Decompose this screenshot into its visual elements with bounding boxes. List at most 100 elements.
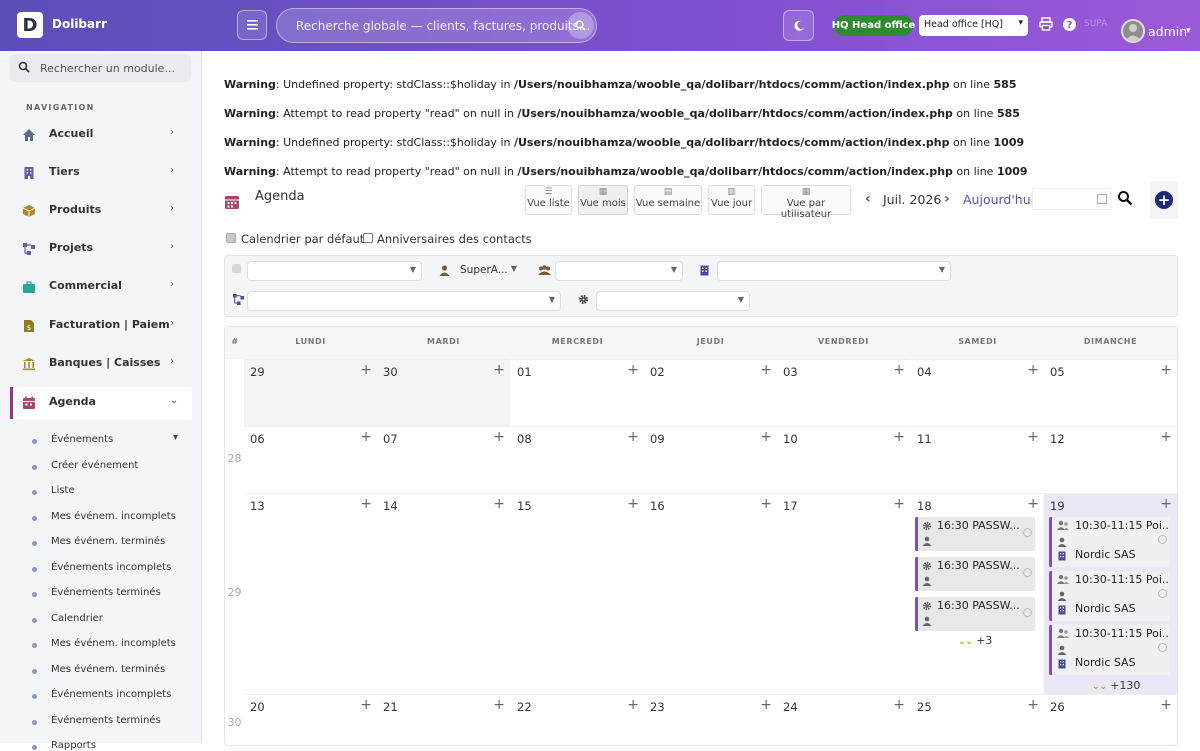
- module-search-input[interactable]: Rechercher un module...: [10, 54, 191, 82]
- submenu-item[interactable]: Mes événem. incomplets: [51, 511, 176, 522]
- add-event-plus-icon[interactable]: +: [893, 496, 905, 512]
- view-list-button[interactable]: ☰ Vue liste: [525, 185, 572, 215]
- day-cell[interactable]: 16 +: [644, 493, 777, 694]
- help-icon[interactable]: ?: [1062, 17, 1077, 32]
- sidebar-item-tiers[interactable]: Tiers ›: [10, 157, 192, 189]
- print-icon[interactable]: [1039, 17, 1053, 31]
- day-number[interactable]: 11: [917, 432, 932, 446]
- day-number[interactable]: 01: [517, 365, 532, 379]
- add-event-plus-icon[interactable]: +: [893, 429, 905, 445]
- dark-mode-toggle[interactable]: [783, 10, 814, 41]
- day-cell[interactable]: 17 +: [777, 493, 910, 694]
- submenu-item[interactable]: Mes événem. incomplets: [51, 638, 176, 649]
- day-cell[interactable]: 07 +: [377, 426, 510, 493]
- day-number[interactable]: 16: [650, 499, 665, 513]
- calendar-event[interactable]: 10:30-11:15 Poi... Nordic SAS: [1049, 517, 1170, 567]
- day-cell[interactable]: 03 +: [777, 359, 910, 426]
- caret-down-icon[interactable]: ▾: [173, 432, 178, 443]
- add-event-plus-icon[interactable]: +: [760, 697, 772, 713]
- view-per-user-button[interactable]: ▦ Vue par utilisateur: [761, 185, 851, 220]
- filter-checkbox[interactable]: [232, 264, 241, 273]
- app-logo[interactable]: D: [17, 12, 43, 38]
- day-number[interactable]: 20: [250, 700, 265, 714]
- add-event-plus-icon[interactable]: +: [1027, 429, 1039, 445]
- day-cell[interactable]: 06 +: [244, 426, 377, 493]
- add-event-plus-icon[interactable]: +: [760, 429, 772, 445]
- day-cell[interactable]: 23 +: [644, 694, 777, 745]
- add-event-plus-icon[interactable]: +: [1027, 697, 1039, 713]
- view-day-button[interactable]: ▥ Vue jour: [708, 185, 755, 215]
- day-number[interactable]: 12: [1050, 432, 1065, 446]
- add-event-plus-icon[interactable]: +: [627, 362, 639, 378]
- day-number[interactable]: 08: [517, 432, 532, 446]
- day-cell[interactable]: 15 +: [511, 493, 644, 694]
- user-name[interactable]: admin: [1148, 24, 1187, 39]
- view-week-button[interactable]: ▤ Vue semaine: [634, 185, 702, 215]
- day-cell[interactable]: 21 +: [377, 694, 510, 745]
- submenu-item[interactable]: Mes événem. terminés: [51, 536, 165, 547]
- day-number[interactable]: 22: [517, 700, 532, 714]
- day-number[interactable]: 14: [383, 499, 398, 513]
- calendar-event[interactable]: 16:30 PASSW...: [915, 597, 1035, 631]
- sidebar-item-projets[interactable]: Projets ›: [10, 233, 192, 265]
- day-cell[interactable]: 09 +: [644, 426, 777, 493]
- add-event-plus-icon[interactable]: +: [1160, 429, 1172, 445]
- add-event-plus-icon[interactable]: +: [493, 496, 505, 512]
- day-number[interactable]: 21: [383, 700, 398, 714]
- add-event-plus-icon[interactable]: +: [1160, 697, 1172, 713]
- add-event-plus-icon[interactable]: +: [360, 697, 372, 713]
- submenu-item[interactable]: Créer événement: [51, 460, 138, 471]
- view-month-button[interactable]: ▦ Vue mois: [578, 185, 628, 215]
- day-number[interactable]: 25: [917, 700, 932, 714]
- day-cell[interactable]: 26 +: [1044, 694, 1177, 745]
- day-number[interactable]: 17: [783, 499, 798, 513]
- more-events-link[interactable]: ⌄⌄ +3: [958, 634, 992, 647]
- day-number[interactable]: 04: [917, 365, 932, 379]
- day-number[interactable]: 02: [650, 365, 665, 379]
- sidebar-item-commercial[interactable]: Commercial ›: [10, 271, 192, 303]
- search-icon[interactable]: [567, 12, 594, 39]
- add-event-plus-icon[interactable]: +: [360, 362, 372, 378]
- day-cell[interactable]: 14 +: [377, 493, 510, 694]
- add-event-plus-icon[interactable]: +: [893, 362, 905, 378]
- event-type-select[interactable]: ▼: [247, 261, 422, 281]
- add-event-plus-icon[interactable]: +: [1027, 496, 1039, 512]
- usergroup-select[interactable]: ▼: [555, 261, 683, 281]
- sidebar-item-facturation[interactable]: $ Facturation | Paieme... ›: [10, 310, 192, 342]
- chevron-down-icon[interactable]: ▾: [1186, 26, 1191, 36]
- add-event-plus-icon[interactable]: +: [627, 429, 639, 445]
- day-number[interactable]: 15: [517, 499, 532, 513]
- submenu-item[interactable]: Rapports: [51, 740, 96, 751]
- day-cell[interactable]: 20 +: [244, 694, 377, 745]
- day-cell[interactable]: 10 +: [777, 426, 910, 493]
- day-cell[interactable]: 13 +: [244, 493, 377, 694]
- day-number[interactable]: 07: [383, 432, 398, 446]
- day-number[interactable]: 10: [783, 432, 798, 446]
- day-number[interactable]: 26: [1050, 700, 1065, 714]
- today-link[interactable]: Aujourd'hui: [963, 192, 1034, 207]
- day-cell[interactable]: 08 +: [511, 426, 644, 493]
- day-number[interactable]: 23: [650, 700, 665, 714]
- sidebar-item-accueil[interactable]: Accueil ›: [10, 119, 192, 151]
- hamburger-menu-button[interactable]: [237, 10, 267, 40]
- add-event-plus-icon[interactable]: +: [1160, 496, 1172, 512]
- day-cell[interactable]: 01 +: [511, 359, 644, 426]
- submenu-item[interactable]: Événements terminés: [51, 587, 161, 598]
- calendar-event[interactable]: 16:30 PASSW...: [915, 517, 1035, 551]
- day-cell[interactable]: 02 +: [644, 359, 777, 426]
- add-event-plus-icon[interactable]: +: [360, 429, 372, 445]
- add-event-plus-icon[interactable]: +: [360, 496, 372, 512]
- add-event-plus-icon[interactable]: +: [493, 362, 505, 378]
- day-number[interactable]: 24: [783, 700, 798, 714]
- day-number[interactable]: 06: [250, 432, 265, 446]
- chevron-right-icon[interactable]: ›: [944, 191, 950, 207]
- day-cell[interactable]: 05 +: [1044, 359, 1177, 426]
- sidebar-item-banques[interactable]: Banques | Caisses ›: [10, 348, 192, 380]
- day-cell[interactable]: 04 +: [911, 359, 1044, 426]
- add-event-button[interactable]: +: [1155, 191, 1173, 209]
- calendar-event[interactable]: 16:30 PASSW...: [915, 557, 1035, 591]
- project-select[interactable]: ▼: [247, 291, 561, 311]
- calendar-event[interactable]: 10:30-11:15 Poi... Nordic SAS: [1049, 625, 1170, 675]
- add-event-plus-icon[interactable]: +: [1160, 362, 1172, 378]
- add-event-plus-icon[interactable]: +: [760, 496, 772, 512]
